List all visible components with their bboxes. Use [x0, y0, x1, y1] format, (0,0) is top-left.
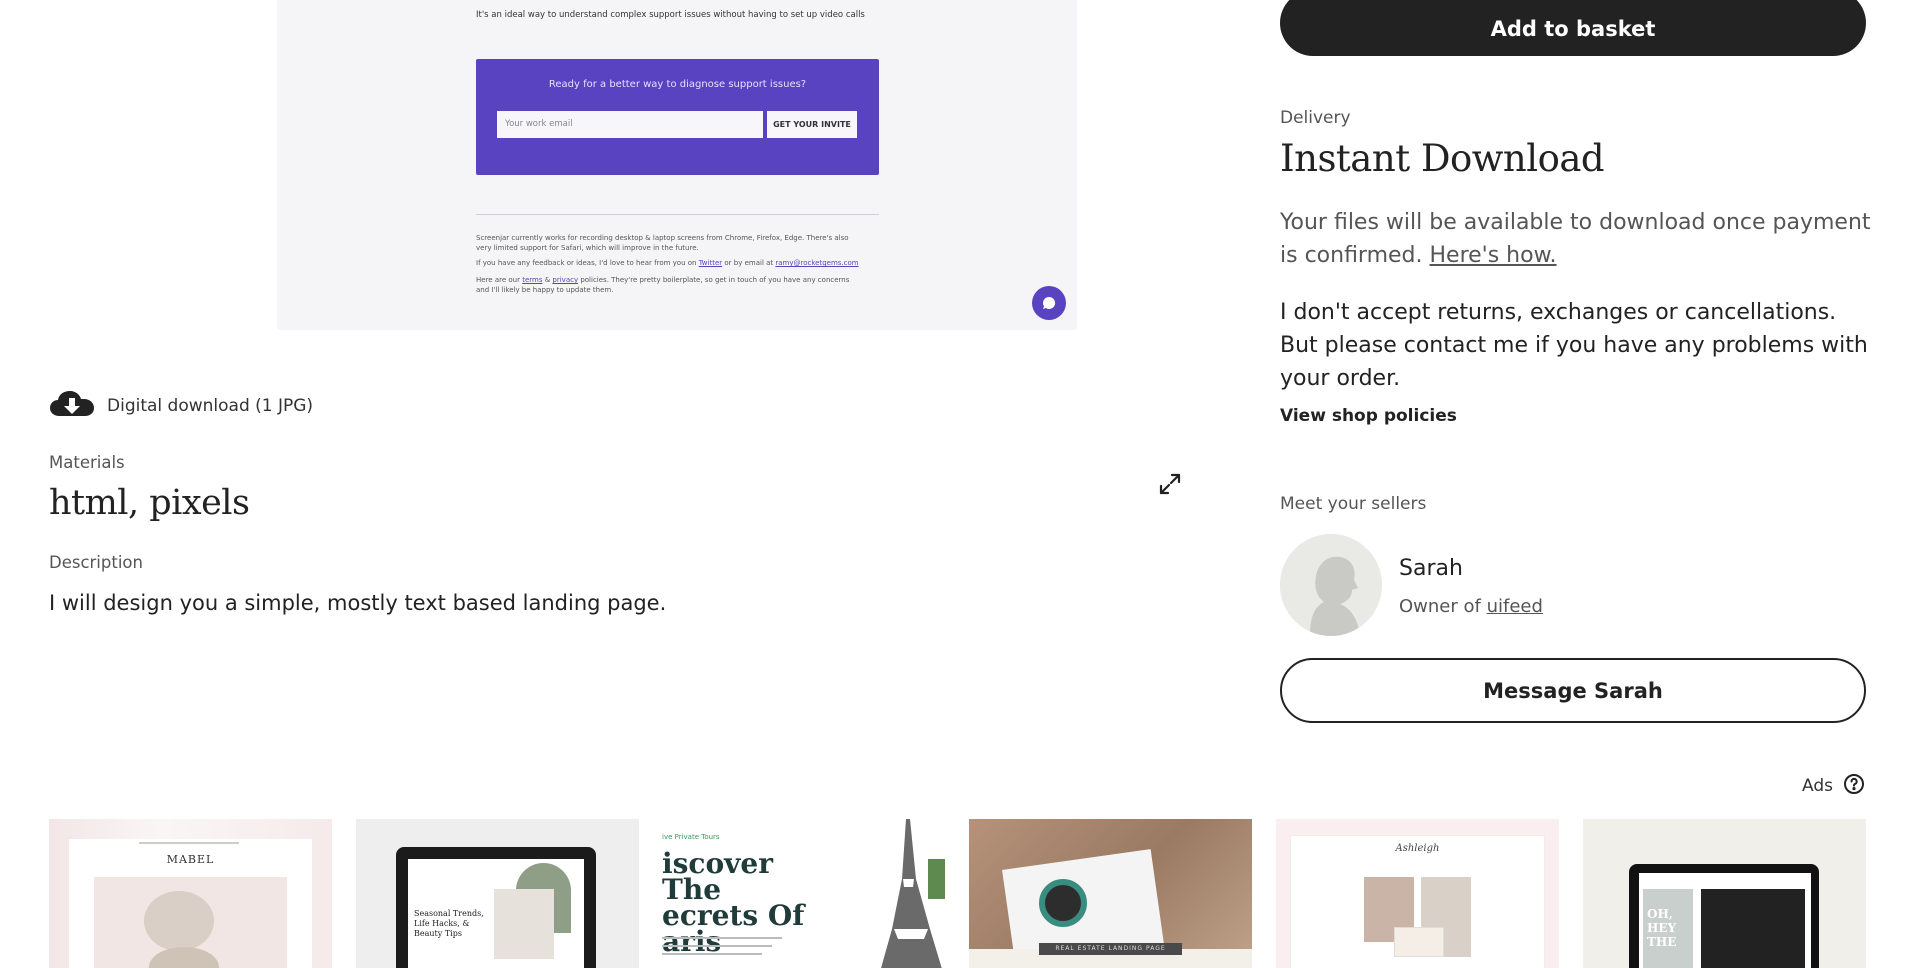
ad-title: OH, HEY THE [1647, 907, 1677, 949]
ad-title: iscover The ecrets Of aris [662, 847, 805, 958]
shop-link[interactable]: uifeed [1487, 596, 1543, 617]
expand-icon[interactable] [1158, 472, 1182, 496]
add-to-basket-button[interactable]: Add to basket [1280, 0, 1866, 56]
digital-download-label: Digital download (1 JPG) [107, 396, 314, 416]
preview-footer-text: Screenjar currently works for recording … [476, 234, 849, 252]
delivery-title: Instant Download [1280, 137, 1605, 180]
chat-bubble-icon [1032, 286, 1066, 320]
ad-banner: REAL ESTATE LANDING PAGE [1039, 943, 1182, 955]
preview-email-field: Your work email [497, 111, 763, 138]
ad-title: MABEL [166, 853, 215, 866]
preview-cta-title: Ready for a better way to diagnose suppo… [548, 79, 807, 90]
meet-sellers-label: Meet your sellers [1280, 494, 1427, 514]
ads-row: Ads [1802, 773, 1865, 799]
preview-divider [476, 214, 879, 215]
ad-title: Seasonal Trends, Life Hacks, & Beauty Ti… [414, 909, 484, 938]
help-icon[interactable] [1843, 773, 1865, 799]
view-shop-policies-link[interactable]: View shop policies [1280, 406, 1457, 426]
heres-how-link[interactable]: Here's how. [1430, 243, 1557, 268]
ads-label: Ads [1802, 776, 1833, 796]
ad-kicker: ive Private Tours [662, 833, 720, 841]
preview-invite-button: GET YOUR INVITE [767, 111, 857, 138]
ad-listing-card[interactable]: MABEL [49, 819, 332, 968]
preview-footer-policies: Here are our terms & privacy policies. T… [476, 276, 850, 294]
description-label: Description [49, 553, 143, 572]
seller-owner-line: Owner of uifeed [1399, 596, 1543, 617]
ad-listing-card[interactable]: Seasonal Trends, Life Hacks, & Beauty Ti… [356, 819, 639, 968]
ad-title: Ashleigh [1395, 843, 1440, 854]
avatar[interactable] [1280, 534, 1382, 636]
ad-listing-card[interactable]: ive Private Tours iscover The ecrets Of … [662, 819, 945, 968]
returns-policy-text: I don't accept returns, exchanges or can… [1280, 300, 1868, 391]
preview-cta-box: Ready for a better way to diagnose suppo… [476, 59, 879, 175]
delivery-label: Delivery [1280, 108, 1351, 128]
listing-preview-image: It's an ideal way to understand complex … [277, 0, 1077, 330]
ad-listing-card[interactable]: OH, HEY THE [1583, 819, 1866, 968]
description-text: I will design you a simple, mostly text … [49, 591, 667, 615]
digital-download-row: Digital download (1 JPG) [49, 388, 313, 424]
message-seller-button[interactable]: Message Sarah [1280, 658, 1866, 723]
ad-listing-card[interactable]: Ashleigh [1276, 819, 1559, 968]
materials-value: html, pixels [49, 483, 250, 523]
cloud-download-icon [49, 388, 95, 424]
preview-footer-contact: If you have any feedback or ideas, I'd l… [476, 259, 859, 267]
preview-intro-text: It's an ideal way to understand complex … [476, 10, 865, 20]
materials-label: Materials [49, 453, 125, 472]
seller-name: Sarah [1399, 556, 1463, 581]
delivery-description: Your files will be available to download… [1280, 210, 1871, 268]
ad-listing-card[interactable]: REAL ESTATE LANDING PAGE [969, 819, 1252, 968]
